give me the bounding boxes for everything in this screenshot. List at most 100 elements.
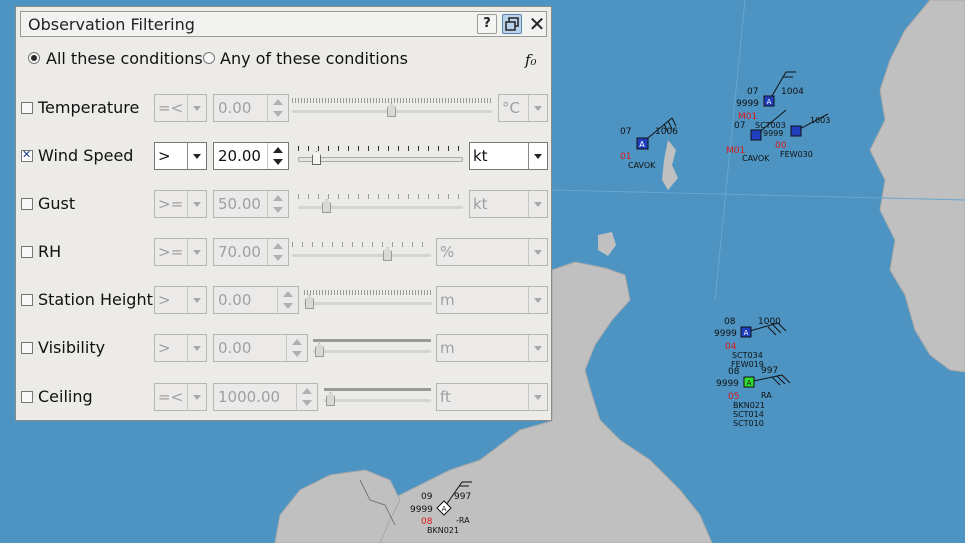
chevron-down-icon bbox=[187, 287, 206, 313]
chevron-down-icon bbox=[187, 335, 206, 361]
svg-text:A: A bbox=[767, 98, 772, 106]
ceiling-checkbox[interactable] bbox=[21, 391, 33, 403]
filter-row-wind-speed: Wind Speed > 20.00 kt bbox=[16, 140, 553, 172]
filter-row-ceiling: Ceiling =< 1000.00 ft bbox=[16, 381, 553, 413]
rh-label: RH bbox=[38, 242, 62, 261]
gust-operator-select[interactable]: >= bbox=[154, 190, 207, 218]
gust-checkbox[interactable] bbox=[21, 198, 33, 210]
svg-text:A: A bbox=[747, 379, 752, 387]
wind-speed-label: Wind Speed bbox=[38, 146, 134, 165]
filter-row-visibility: Visibility > 0.00 m bbox=[16, 332, 553, 364]
all-conditions-radio[interactable] bbox=[28, 52, 40, 64]
svg-text:9999: 9999 bbox=[763, 129, 783, 138]
visibility-value-spinbox[interactable]: 0.00 bbox=[213, 334, 308, 362]
gust-unit-select[interactable]: kt bbox=[469, 190, 548, 218]
svg-text:08: 08 bbox=[724, 317, 736, 327]
visibility-operator-select[interactable]: > bbox=[154, 334, 207, 362]
float-window-button[interactable] bbox=[502, 14, 522, 34]
rh-value-spinbox[interactable]: 70.00 bbox=[213, 238, 289, 266]
chevron-down-icon bbox=[187, 191, 206, 217]
rh-checkbox[interactable] bbox=[21, 246, 33, 258]
chevron-down-icon bbox=[528, 384, 547, 410]
svg-text:BKN021: BKN021 bbox=[427, 526, 459, 535]
station-height-label: Station Height bbox=[38, 290, 153, 309]
svg-text:SCT034: SCT034 bbox=[732, 351, 763, 360]
ceiling-slider[interactable] bbox=[324, 385, 431, 409]
svg-text:FEW030: FEW030 bbox=[780, 150, 813, 159]
filter-row-gust: Gust >= 50.00 kt bbox=[16, 188, 553, 220]
dialog-titlebar[interactable]: Observation Filtering ? ✕ bbox=[20, 11, 547, 37]
svg-text:07: 07 bbox=[620, 127, 631, 137]
station-height-slider[interactable] bbox=[304, 288, 432, 312]
temperature-label: Temperature bbox=[38, 98, 140, 117]
visibility-checkbox[interactable] bbox=[21, 342, 33, 354]
rh-slider[interactable] bbox=[292, 240, 431, 264]
wind-speed-checkbox[interactable] bbox=[21, 148, 33, 162]
temperature-slider[interactable] bbox=[292, 96, 492, 120]
any-conditions-label: Any of these conditions bbox=[220, 49, 408, 68]
svg-text:BKN021: BKN021 bbox=[733, 401, 765, 410]
svg-text:9999: 9999 bbox=[410, 505, 433, 515]
station-height-checkbox[interactable] bbox=[21, 294, 33, 306]
svg-text:SCT010: SCT010 bbox=[733, 419, 764, 428]
chevron-down-icon bbox=[187, 95, 206, 121]
svg-text:-RA: -RA bbox=[456, 516, 470, 525]
temperature-operator-select[interactable]: =< bbox=[154, 94, 207, 122]
svg-text:CAVOK: CAVOK bbox=[628, 161, 656, 170]
station-height-unit-select[interactable]: m bbox=[436, 286, 548, 314]
help-button[interactable]: ? bbox=[477, 14, 497, 34]
dialog-title: Observation Filtering bbox=[28, 15, 195, 34]
svg-text:CAVOK: CAVOK bbox=[742, 154, 770, 163]
rh-operator-select[interactable]: >= bbox=[154, 238, 207, 266]
svg-text:1006: 1006 bbox=[655, 127, 678, 137]
chevron-down-icon bbox=[187, 239, 206, 265]
ceiling-operator-select[interactable]: =< bbox=[154, 383, 207, 411]
filter-row-rh: RH >= 70.00 % bbox=[16, 236, 553, 268]
svg-text:09: 09 bbox=[421, 492, 433, 502]
observation-filtering-dialog: Observation Filtering ? ✕ All these cond… bbox=[15, 6, 552, 421]
close-button[interactable]: ✕ bbox=[526, 12, 548, 36]
svg-text:9999: 9999 bbox=[716, 379, 739, 389]
wind-speed-value-spinbox[interactable]: 20.00 bbox=[213, 142, 289, 170]
svg-text:A: A bbox=[639, 140, 645, 149]
wind-speed-slider[interactable] bbox=[298, 144, 463, 168]
rh-unit-select[interactable]: % bbox=[436, 238, 548, 266]
restore-window-icon bbox=[505, 17, 519, 31]
visibility-unit-select[interactable]: m bbox=[436, 334, 548, 362]
visibility-slider[interactable] bbox=[313, 336, 431, 360]
temperature-value-spinbox[interactable]: 0.00 bbox=[213, 94, 289, 122]
svg-text:RA: RA bbox=[761, 391, 772, 400]
svg-text:1000: 1000 bbox=[758, 317, 781, 327]
svg-text:9999: 9999 bbox=[736, 99, 759, 109]
ceiling-unit-select[interactable]: ft bbox=[436, 383, 548, 411]
temperature-unit-select[interactable]: °C bbox=[498, 94, 548, 122]
station-height-value-spinbox[interactable]: 0.00 bbox=[213, 286, 299, 314]
wind-speed-unit-select[interactable]: kt bbox=[469, 142, 548, 170]
any-conditions-radio[interactable] bbox=[203, 52, 215, 64]
ceiling-value-spinbox[interactable]: 1000.00 bbox=[213, 383, 318, 411]
svg-text:07: 07 bbox=[734, 121, 745, 131]
chevron-down-icon bbox=[187, 143, 206, 169]
gust-slider[interactable] bbox=[298, 192, 463, 216]
formula-icon[interactable]: f₀ bbox=[525, 51, 537, 69]
filter-row-station-height: Station Height > 0.00 m bbox=[16, 284, 553, 316]
svg-text:1004: 1004 bbox=[781, 87, 804, 97]
svg-text:997: 997 bbox=[761, 366, 778, 376]
chevron-down-icon bbox=[528, 335, 547, 361]
temperature-checkbox[interactable] bbox=[21, 102, 33, 114]
svg-text:SCT014: SCT014 bbox=[733, 410, 764, 419]
svg-text:1003: 1003 bbox=[810, 116, 830, 125]
svg-text:A: A bbox=[442, 505, 447, 513]
chevron-down-icon bbox=[528, 287, 547, 313]
gust-value-spinbox[interactable]: 50.00 bbox=[213, 190, 289, 218]
chevron-down-icon bbox=[528, 143, 547, 169]
chevron-down-icon bbox=[528, 191, 547, 217]
svg-text:08: 08 bbox=[728, 367, 740, 377]
filter-row-temperature: Temperature =< 0.00 °C bbox=[16, 92, 553, 124]
wind-speed-operator-select[interactable]: > bbox=[154, 142, 207, 170]
gust-label: Gust bbox=[38, 194, 76, 213]
station-height-operator-select[interactable]: > bbox=[154, 286, 207, 314]
svg-text:07: 07 bbox=[747, 87, 758, 97]
chevron-down-icon bbox=[187, 384, 206, 410]
all-conditions-label: All these conditions bbox=[46, 49, 203, 68]
